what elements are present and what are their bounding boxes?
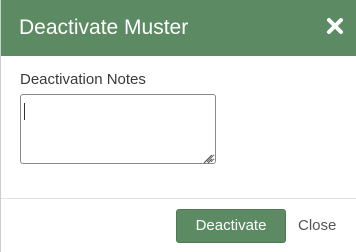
dialog-body: Deactivation Notes: [1, 56, 356, 198]
resize-handle-icon[interactable]: [202, 151, 213, 164]
deactivate-muster-dialog: Deactivate Muster Deactivation Notes Dea…: [0, 0, 356, 252]
dialog-header: Deactivate Muster: [1, 0, 356, 56]
close-button[interactable]: Close: [298, 216, 336, 236]
dialog-title: Deactivate Muster: [19, 16, 189, 39]
close-icon[interactable]: [321, 12, 349, 40]
deactivation-notes-textarea[interactable]: [20, 94, 216, 164]
deactivation-notes-label: Deactivation Notes: [20, 71, 146, 88]
text-cursor: [24, 103, 25, 120]
dialog-footer: Deactivate Close: [1, 199, 356, 252]
deactivate-button[interactable]: Deactivate: [176, 209, 286, 243]
